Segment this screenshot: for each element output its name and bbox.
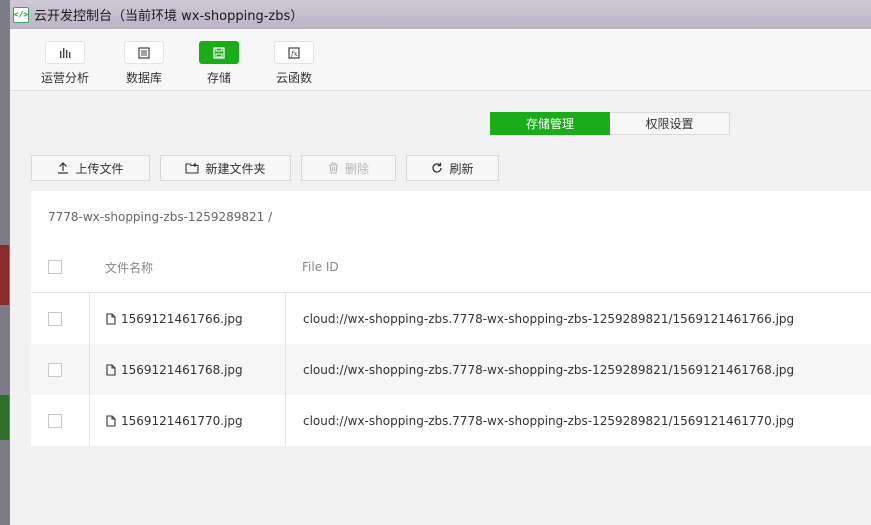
refresh-button[interactable]: 刷新: [406, 155, 499, 181]
file-name: 1569121461770.jpg: [121, 413, 243, 428]
row-checkbox[interactable]: [48, 311, 62, 326]
save-icon: [199, 41, 239, 64]
title-bar[interactable]: </> 云开发控制台（当前环境 wx-shopping-zbs）: [10, 0, 871, 29]
row-check-cell: [31, 395, 89, 446]
upload-icon: [57, 162, 69, 174]
new-folder-label: 新建文件夹: [205, 161, 266, 176]
file-panel: 7778-wx-shopping-zbs-1259289821 / 文件名称 F…: [31, 191, 871, 446]
toolbar-item-label: 存储: [206, 71, 231, 85]
select-all-checkbox[interactable]: [48, 260, 62, 274]
file-icon: [106, 312, 116, 325]
bar-chart-icon: [45, 41, 85, 64]
table-row[interactable]: 1569121461770.jpg cloud://wx-shopping-zb…: [31, 395, 871, 446]
upload-file-button[interactable]: 上传文件: [31, 155, 150, 181]
delete-label: 删除: [344, 161, 369, 176]
row-checkbox[interactable]: [48, 413, 62, 428]
file-name-cell: 1569121461768.jpg: [89, 344, 285, 395]
tab-permission-settings[interactable]: 权限设置: [610, 112, 730, 135]
upload-file-label: 上传文件: [75, 161, 124, 176]
toolbar-item-database[interactable]: 数据库: [109, 41, 179, 86]
row-checkbox[interactable]: [48, 362, 62, 377]
storage-tabs: 存储管理 权限设置: [490, 112, 730, 135]
svg-text:fx: fx: [290, 50, 298, 58]
file-name: 1569121461768.jpg: [121, 362, 243, 377]
file-name-cell: 1569121461770.jpg: [89, 395, 285, 446]
file-id-cell: cloud://wx-shopping-zbs.7778-wx-shopping…: [285, 293, 871, 344]
action-bar: 上传文件 新建文件夹 删除 刷新: [31, 155, 509, 181]
row-check-cell: [31, 293, 89, 344]
file-icon: [106, 363, 116, 376]
table-header: 文件名称 File ID: [31, 242, 871, 293]
main-toolbar: 运营分析 数据库 存储 fx 云函数: [10, 29, 871, 91]
file-name-cell: 1569121461766.jpg: [89, 293, 285, 344]
function-icon: fx: [274, 41, 314, 64]
toolbar-item-label: 运营分析: [40, 71, 89, 85]
file-id-cell: cloud://wx-shopping-zbs.7778-wx-shopping…: [285, 344, 871, 395]
toolbar-item-functions[interactable]: fx 云函数: [259, 41, 329, 86]
new-folder-button[interactable]: 新建文件夹: [160, 155, 291, 181]
tab-storage-manage[interactable]: 存储管理: [490, 112, 610, 135]
background-decoration: [0, 245, 9, 305]
table-row[interactable]: 1569121461768.jpg cloud://wx-shopping-zb…: [31, 344, 871, 395]
toolbar-item-storage[interactable]: 存储: [184, 41, 254, 86]
file-icon: [106, 414, 116, 427]
table-row[interactable]: 1569121461766.jpg cloud://wx-shopping-zb…: [31, 293, 871, 344]
delete-button[interactable]: 删除: [301, 155, 396, 181]
breadcrumb[interactable]: 7778-wx-shopping-zbs-1259289821 /: [48, 210, 272, 224]
row-check-cell: [31, 344, 89, 395]
code-icon: </>: [13, 6, 29, 23]
header-check-cell: [31, 242, 89, 292]
background-decoration: [0, 395, 9, 440]
refresh-icon: [431, 162, 443, 174]
column-header-file-id: File ID: [302, 260, 339, 274]
toolbar-item-analytics[interactable]: 运营分析: [30, 41, 100, 86]
file-id-cell: cloud://wx-shopping-zbs.7778-wx-shopping…: [285, 395, 871, 446]
folder-plus-icon: [185, 162, 200, 174]
trash-icon: [328, 162, 339, 174]
database-icon: [124, 41, 164, 64]
toolbar-item-label: 数据库: [125, 71, 162, 85]
console-window: </> 云开发控制台（当前环境 wx-shopping-zbs） 运营分析 数据…: [10, 0, 871, 525]
toolbar-item-label: 云函数: [275, 71, 312, 85]
window-title: 云开发控制台（当前环境 wx-shopping-zbs）: [34, 9, 304, 24]
column-header-name: 文件名称: [105, 260, 154, 275]
file-name: 1569121461766.jpg: [121, 311, 243, 326]
refresh-label: 刷新: [449, 161, 474, 176]
